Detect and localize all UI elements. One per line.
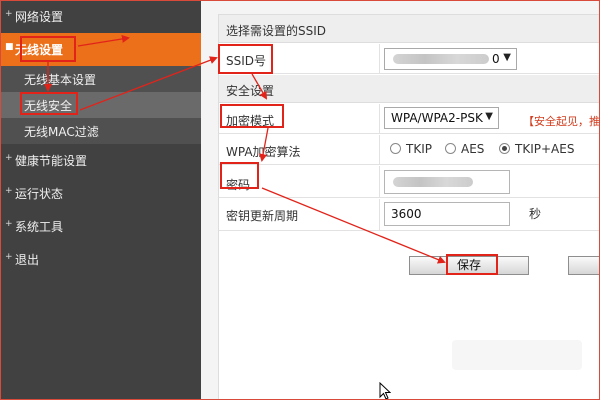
section-title: 选择需设置的SSID [226, 24, 327, 38]
sidebar-item-label: 无线基本设置 [24, 73, 97, 87]
row-divider [379, 199, 380, 230]
sidebar-item-label: 网络设置 [15, 10, 64, 24]
row-divider [379, 166, 380, 197]
ssid-value-suffix: 0 [492, 52, 500, 66]
sidebar-item-label: 健康节能设置 [15, 154, 88, 168]
key-renew-unit: 秒 [529, 207, 542, 221]
sidebar-item-health-power[interactable]: + 健康节能设置 [0, 144, 201, 177]
mouse-cursor-icon [379, 382, 391, 400]
section-header-ssid: 选择需设置的SSID [219, 15, 600, 43]
ssid-row: SSID号 0 ▼ [219, 44, 600, 74]
wpa-algorithm-row: WPA加密算法 TKIP AES TKIP+AES [219, 135, 600, 165]
radio-button-icon[interactable] [390, 143, 401, 154]
sidebar-item-logout[interactable]: + 退出 [0, 243, 201, 276]
radio-aes[interactable]: AES [445, 142, 484, 156]
key-renew-input[interactable]: 3600 [384, 202, 510, 226]
bullet-icon: + [5, 252, 13, 262]
security-warning-text: 【安全起见，推荐 [523, 115, 600, 128]
sidebar-item-status[interactable]: + 运行状态 [0, 177, 201, 210]
annotation-box-ssid [218, 44, 273, 74]
annotation-box-encryption-mode [220, 104, 284, 128]
annotation-box-wireless-settings [20, 36, 76, 62]
watermark [452, 340, 582, 370]
annotation-box-wireless-security [20, 92, 78, 115]
redacted-password [393, 177, 473, 187]
radio-label: AES [461, 142, 485, 156]
radio-button-checked-icon[interactable] [499, 143, 510, 154]
encryption-mode-value: WPA/WPA2-PSK [391, 111, 483, 125]
bullet-icon: + [5, 153, 13, 163]
section-title: 安全设置 [226, 84, 275, 98]
radio-button-icon[interactable] [445, 143, 456, 154]
sidebar-item-system-tools[interactable]: + 系统工具 [0, 210, 201, 243]
key-renew-value: 3600 [391, 207, 422, 221]
radio-label: TKIP [406, 142, 432, 156]
key-renew-row: 密钥更新周期 3600 秒 [219, 199, 600, 231]
chevron-down-icon: ▼ [485, 111, 493, 122]
bullet-icon: + [5, 9, 13, 19]
sidebar-item-label: 运行状态 [15, 187, 64, 201]
radio-label: TKIP+AES [515, 142, 575, 156]
section-header-security: 安全设置 [219, 75, 600, 103]
row-divider [379, 44, 380, 73]
row-divider [379, 135, 380, 164]
ssid-select[interactable]: 0 ▼ [384, 48, 517, 70]
radio-tkip-aes[interactable]: TKIP+AES [499, 142, 574, 156]
encryption-mode-select[interactable]: WPA/WPA2-PSK ▼ [384, 107, 499, 129]
redacted-ssid [393, 54, 489, 64]
bullet-icon: + [5, 219, 13, 229]
password-row: 密码 [219, 166, 600, 198]
annotation-box-password [220, 162, 259, 189]
password-field[interactable] [384, 170, 510, 194]
sidebar-item-label: 退出 [15, 253, 40, 267]
chevron-down-icon: ▼ [503, 52, 511, 63]
radio-tkip[interactable]: TKIP [390, 142, 432, 156]
sidebar-item-label: 系统工具 [15, 220, 64, 234]
sidebar-item-network-settings[interactable]: + 网络设置 [0, 0, 201, 33]
sidebar-item-wireless-basic[interactable]: 无线基本设置 [0, 66, 201, 92]
wpa-algorithm-label: WPA加密算法 [226, 145, 301, 159]
sidebar-item-wireless-mac-filter[interactable]: 无线MAC过滤 [0, 118, 201, 144]
row-divider [379, 104, 380, 133]
bullet-icon: + [5, 186, 13, 196]
annotation-box-save [446, 254, 498, 275]
bullet-icon: ■ [5, 42, 14, 52]
cancel-button[interactable] [568, 256, 600, 275]
sidebar-item-label: 无线MAC过滤 [24, 125, 99, 139]
key-renew-label: 密钥更新周期 [226, 209, 299, 223]
